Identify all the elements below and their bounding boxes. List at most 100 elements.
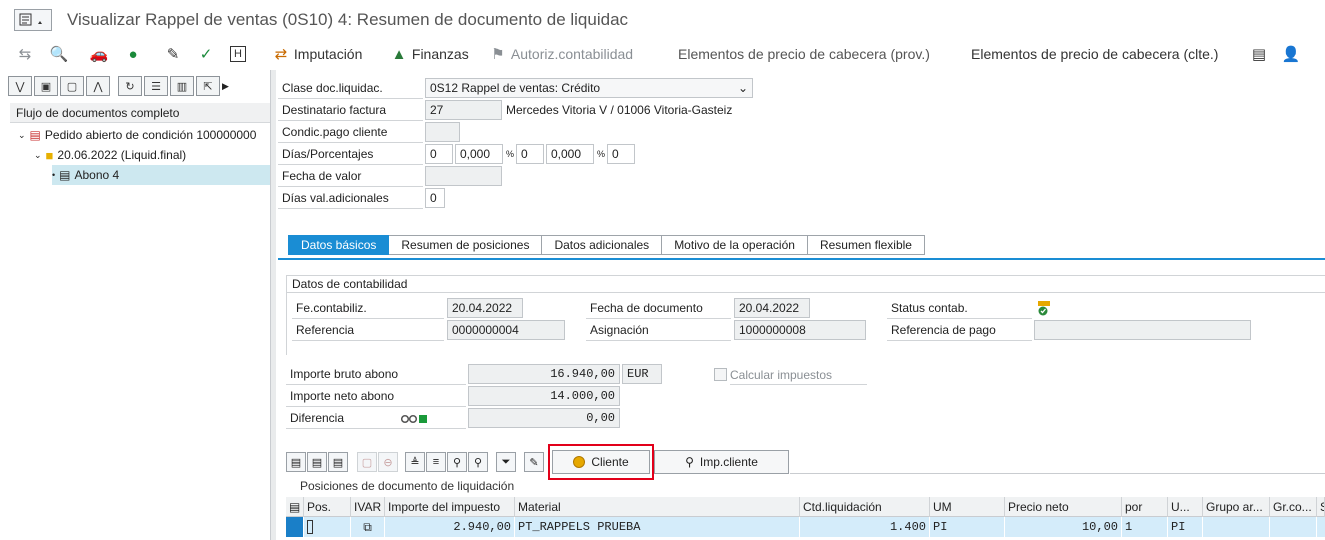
export-icon[interactable]: ✎ <box>524 452 544 472</box>
tab-resumen-posiciones[interactable]: Resumen de posiciones <box>389 235 543 255</box>
columns-icon[interactable]: ▥ <box>170 76 194 96</box>
dias-val-field[interactable]: 0 <box>425 188 445 208</box>
find-next-icon[interactable]: ⚲ <box>468 452 488 472</box>
system-menu-button[interactable] <box>14 9 52 31</box>
precio-cell[interactable]: 10,00 <box>1005 517 1122 537</box>
elementos-clte-button[interactable]: Elementos de precio de cabecera (clte.) <box>971 43 1218 65</box>
positions-header: ▤ Pos. IVAR Importe del impuesto Materia… <box>286 497 1325 517</box>
col-material[interactable]: Material <box>515 497 800 517</box>
grupo-cell[interactable] <box>1203 517 1270 537</box>
vehicle-icon[interactable]: 🚗 <box>90 43 109 65</box>
diferencia-field[interactable]: 0,00 <box>468 408 620 428</box>
sort-asc-icon[interactable]: ≜ <box>405 452 425 472</box>
fecha-valor-field[interactable] <box>425 166 502 186</box>
row-selector[interactable] <box>286 517 304 537</box>
referencia-field[interactable]: 0000000004 <box>447 320 565 340</box>
more-arrow-icon[interactable]: ▶ <box>222 76 230 96</box>
other-document-icon[interactable]: ⇆ <box>16 43 34 65</box>
refresh-icon[interactable]: ↻ <box>118 76 142 96</box>
fecha-doc-field[interactable]: 20.04.2022 <box>734 298 810 318</box>
filter-icon[interactable]: ⏷ <box>496 452 516 472</box>
tab-datos-adicionales[interactable]: Datos adicionales <box>542 235 663 255</box>
tab-datos-basicos[interactable]: Datos básicos <box>288 235 390 255</box>
col-por[interactable]: por <box>1122 497 1168 517</box>
copy-row-icon[interactable]: ▢ <box>357 452 377 472</box>
tab-resumen-flexible[interactable]: Resumen flexible <box>807 235 925 255</box>
user-settings-icon[interactable]: 👤 <box>1282 43 1301 65</box>
col-s[interactable]: S <box>1317 497 1325 517</box>
dias-1-field[interactable]: 0 <box>425 144 453 164</box>
col-pos[interactable]: Pos. <box>304 497 351 517</box>
create-icon[interactable]: ▤ <box>307 452 327 472</box>
partner-icon[interactable]: ● <box>124 43 142 65</box>
menu-icon <box>19 13 42 26</box>
imputacion-button[interactable]: ⇄ Imputación <box>272 43 363 65</box>
por-cell[interactable]: 1 <box>1122 517 1168 537</box>
col-precio-neto[interactable]: Precio neto <box>1005 497 1122 517</box>
delete-row-icon[interactable]: ⊖ <box>378 452 398 472</box>
layout-icon[interactable]: ▤ <box>1250 43 1268 65</box>
clase-select[interactable]: 0S12 Rappel de ventas: Crédito ⌄ <box>425 78 753 98</box>
button-baseline <box>790 473 1325 474</box>
col-u[interactable]: U... <box>1168 497 1203 517</box>
col-importe-impuesto[interactable]: Importe del impuesto <box>385 497 515 517</box>
importe-bruto-field[interactable]: 16.940,00 <box>468 364 620 384</box>
edit-icon[interactable]: ✎ <box>164 43 182 65</box>
asignacion-field[interactable]: 1000000008 <box>734 320 866 340</box>
select-all-icon[interactable]: ▤ <box>286 497 304 517</box>
collapse-arrow-icon[interactable]: ⌄ <box>34 150 42 161</box>
copy-icon[interactable]: ▣ <box>34 76 58 96</box>
dias-val-label: Días val.adicionales <box>278 188 423 209</box>
fecha-doc-label: Fecha de documento <box>586 298 731 319</box>
collapse-arrow-icon[interactable]: ⌄ <box>18 130 26 141</box>
importe-cell[interactable]: 2.940,00 <box>385 517 515 537</box>
elementos-prov-button[interactable]: Elementos de precio de cabecera (prov.) <box>678 43 930 65</box>
document-icon[interactable]: ▢ <box>60 76 84 96</box>
detail-icon[interactable]: ▤ <box>286 452 306 472</box>
pos-cell[interactable] <box>304 517 351 537</box>
destinatario-field[interactable]: 27 <box>425 100 502 120</box>
col-um[interactable]: UM <box>930 497 1005 517</box>
imp-cliente-button[interactable]: ⚲ Imp.cliente <box>654 450 789 474</box>
change-icon[interactable]: ▤ <box>328 452 348 472</box>
dias-2-field[interactable]: 0 <box>516 144 544 164</box>
find-icon[interactable]: ⚲ <box>447 452 467 472</box>
title-bar: Visualizar Rappel de ventas (0S10) 4: Re… <box>0 0 1325 40</box>
dias-3-field[interactable]: 0 <box>607 144 635 164</box>
tree-item-pedido[interactable]: ⌄ ▤ Pedido abierto de condición 10000000… <box>18 125 256 145</box>
tree-item-abono[interactable]: • ▤ Abono 4 <box>52 165 270 185</box>
display-document-icon[interactable]: 🔍 <box>50 43 69 65</box>
material-cell[interactable]: PT_RAPPELS PRUEBA <box>515 517 800 537</box>
moneda-field[interactable]: EUR <box>622 364 662 384</box>
panel-splitter[interactable] <box>270 70 276 540</box>
expand-all-icon[interactable]: ⋁ <box>8 76 32 96</box>
ctd-cell[interactable]: 1.400 <box>800 517 930 537</box>
calcular-impuestos-checkbox[interactable] <box>714 368 727 381</box>
fe-contab-field[interactable]: 20.04.2022 <box>447 298 523 318</box>
autoriz-contabilidad-button[interactable]: ⚑ Autoriz.contabilidad <box>489 43 633 65</box>
u-cell[interactable]: PI <box>1168 517 1203 537</box>
check-icon[interactable]: ✓ <box>197 43 215 65</box>
col-ivar[interactable]: IVAR <box>351 497 385 517</box>
cursor-icon[interactable]: ⇱ <box>196 76 220 96</box>
header-icon[interactable]: H <box>230 43 246 65</box>
importe-neto-field[interactable]: 14.000,00 <box>468 386 620 406</box>
col-grupo-ar[interactable]: Grupo ar... <box>1203 497 1270 517</box>
pct-2-field[interactable]: 0,000 <box>546 144 594 164</box>
finanzas-button[interactable]: ▲ Finanzas <box>390 43 469 65</box>
sort-desc-icon[interactable]: ≡ <box>426 452 446 472</box>
col-ctd-liquidacion[interactable]: Ctd.liquidación <box>800 497 930 517</box>
tab-motivo-operacion[interactable]: Motivo de la operación <box>662 235 808 255</box>
status-ok-icon <box>1036 300 1052 316</box>
ivar-cell[interactable]: ⧉ <box>351 517 385 537</box>
um-cell[interactable]: PI <box>930 517 1005 537</box>
col-gr-co[interactable]: Gr.co... <box>1270 497 1317 517</box>
collapse-all-icon[interactable]: ⋀ <box>86 76 110 96</box>
ref-pago-field[interactable] <box>1034 320 1251 340</box>
tree-item-liquidacion[interactable]: ⌄ ■ 20.06.2022 (Liquid.final) <box>34 145 186 165</box>
condic-pago-field[interactable] <box>425 122 460 142</box>
table-row[interactable]: ⧉ 2.940,00 PT_RAPPELS PRUEBA 1.400 PI 10… <box>286 517 1325 537</box>
hierarchy-icon[interactable]: ☰ <box>144 76 168 96</box>
grco-cell[interactable] <box>1270 517 1317 537</box>
pct-1-field[interactable]: 0,000 <box>455 144 503 164</box>
